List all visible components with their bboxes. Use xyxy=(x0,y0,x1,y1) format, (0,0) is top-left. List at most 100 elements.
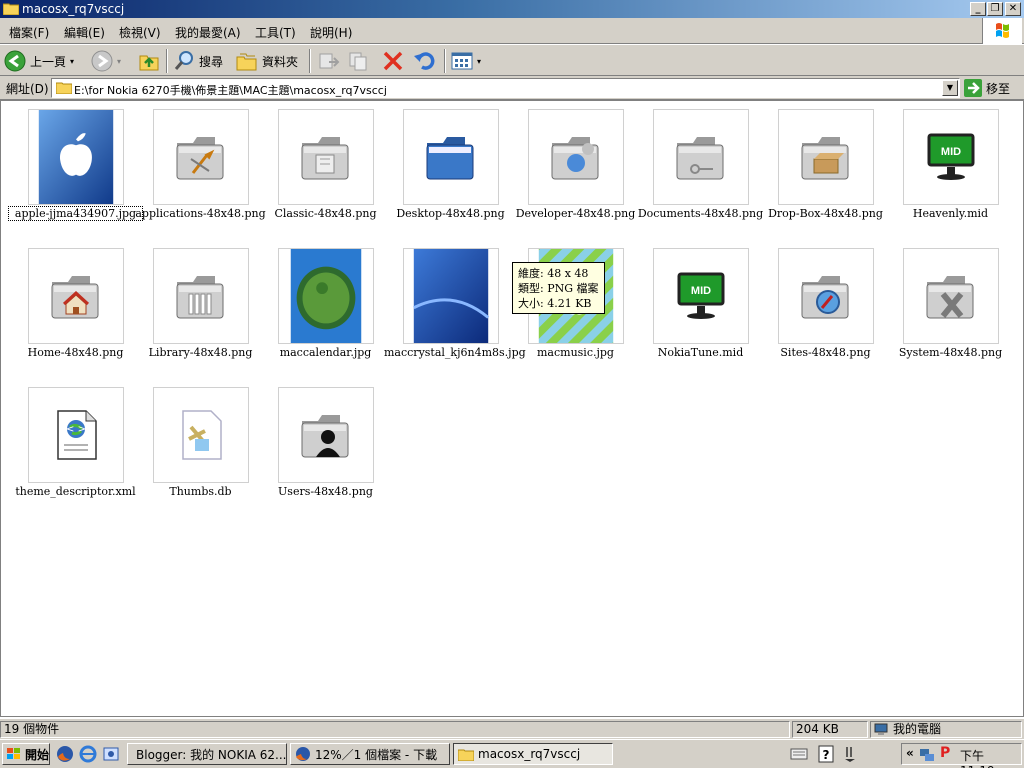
file-item[interactable]: Documents-48x48.png xyxy=(638,101,763,221)
file-item[interactable]: Home-48x48.png xyxy=(13,240,138,360)
restore-button[interactable]: ❐ xyxy=(987,2,1003,16)
menu-tools[interactable]: 工具(T) xyxy=(255,24,296,41)
up-folder-button[interactable] xyxy=(138,48,160,74)
language-bar-icon[interactable] xyxy=(843,745,857,763)
views-button[interactable]: ▾ xyxy=(451,48,481,74)
tray-expand-icon[interactable]: « xyxy=(906,746,914,760)
keyboard-icon[interactable] xyxy=(790,746,808,762)
file-thumbnail-icon[interactable]: MID xyxy=(653,248,749,344)
file-name-label[interactable]: maccalendar.jpg xyxy=(259,346,392,359)
task-label: macosx_rq7vsccj xyxy=(478,747,581,761)
file-item[interactable]: applications-48x48.png xyxy=(135,101,266,221)
delete-button[interactable] xyxy=(382,48,404,74)
back-button[interactable]: 上一頁 ▾ xyxy=(4,48,74,74)
forward-button[interactable]: ▾ xyxy=(91,48,121,74)
folder-icon xyxy=(56,82,72,94)
file-thumbnail-icon[interactable] xyxy=(403,248,499,344)
file-thumbnail-icon[interactable] xyxy=(28,109,124,205)
file-name-label[interactable]: applications-48x48.png xyxy=(134,207,267,220)
menu-view[interactable]: 檢視(V) xyxy=(119,24,161,41)
minimize-button[interactable]: _ xyxy=(970,2,986,16)
file-name-label[interactable]: apple-jjma434907.jpg xyxy=(8,206,143,221)
folders-button[interactable]: 資料夾 xyxy=(236,48,298,74)
file-item[interactable]: Library-48x48.png xyxy=(138,240,263,360)
start-button[interactable]: 開始 xyxy=(2,743,50,765)
file-item[interactable]: Developer-48x48.png xyxy=(513,101,638,221)
file-thumbnail-icon[interactable] xyxy=(153,248,249,344)
file-name-label[interactable]: Library-48x48.png xyxy=(134,346,267,359)
file-item[interactable]: Classic-48x48.png xyxy=(263,101,388,221)
file-list-view[interactable]: apple-jjma434907.jpg applications-48x48.p… xyxy=(0,100,1024,717)
taskbar-item-explorer[interactable]: macosx_rq7vsccj xyxy=(453,743,613,765)
file-name-label[interactable]: theme_descriptor.xml xyxy=(9,485,142,498)
move-to-button[interactable] xyxy=(317,48,341,74)
menu-edit[interactable]: 編輯(E) xyxy=(64,24,105,41)
file-name-label[interactable]: Thumbs.db xyxy=(134,485,267,498)
file-item[interactable]: System-48x48.png xyxy=(888,240,1013,360)
file-thumbnail-icon[interactable] xyxy=(903,248,999,344)
file-thumbnail-icon[interactable]: MID xyxy=(903,109,999,205)
file-name-label[interactable]: maccrystal_kj6n4m8s.jpg xyxy=(384,346,526,359)
internet-explorer-icon[interactable] xyxy=(79,745,97,763)
file-thumbnail-icon[interactable] xyxy=(778,248,874,344)
file-name-label[interactable]: Desktop-48x48.png xyxy=(384,207,517,220)
copy-to-icon xyxy=(349,52,367,71)
file-item[interactable]: Users-48x48.png xyxy=(263,379,388,499)
file-thumbnail-icon[interactable] xyxy=(153,109,249,205)
file-thumbnail-icon[interactable]: < > xyxy=(28,387,124,483)
address-dropdown-button[interactable]: ▼ xyxy=(942,80,958,96)
network-icon[interactable] xyxy=(919,747,935,763)
file-name-label[interactable]: Sites-48x48.png xyxy=(759,346,892,359)
firefox-quicklaunch-icon[interactable] xyxy=(56,745,74,763)
file-name-label[interactable]: macmusic.jpg xyxy=(509,346,642,359)
file-thumbnail-icon[interactable] xyxy=(653,109,749,205)
undo-button[interactable] xyxy=(413,48,437,74)
search-button[interactable]: 搜尋 xyxy=(173,48,223,74)
file-item[interactable]: Drop-Box-48x48.png xyxy=(763,101,888,221)
file-name-label[interactable]: Drop-Box-48x48.png xyxy=(759,207,892,220)
file-thumbnail-icon[interactable] xyxy=(403,109,499,205)
menu-help[interactable]: 說明(H) xyxy=(310,24,352,41)
file-item[interactable]: Thumbs.db xyxy=(138,379,263,499)
file-item[interactable]: Sites-48x48.png xyxy=(763,240,888,360)
svg-text:MID: MID xyxy=(941,146,961,158)
file-thumbnail-icon[interactable] xyxy=(28,248,124,344)
menu-favorites[interactable]: 我的最愛(A) xyxy=(175,24,241,41)
folder-icon xyxy=(458,749,474,761)
file-name-label[interactable]: Developer-48x48.png xyxy=(509,207,642,220)
file-item[interactable]: MID Heavenly.mid xyxy=(888,101,1013,221)
file-name-label[interactable]: System-48x48.png xyxy=(884,346,1017,359)
file-thumbnail-icon[interactable] xyxy=(153,387,249,483)
file-name-label[interactable]: Home-48x48.png xyxy=(9,346,142,359)
firefox-icon xyxy=(296,747,310,761)
file-item[interactable]: < > theme_descriptor.xml xyxy=(13,379,138,499)
title-bar[interactable]: macosx_rq7vsccj _ ❐ ✕ xyxy=(0,0,1024,18)
file-name-label[interactable]: Heavenly.mid xyxy=(884,207,1017,220)
file-thumbnail-icon[interactable] xyxy=(278,387,374,483)
help-icon[interactable]: ? xyxy=(818,745,834,763)
show-desktop-icon[interactable] xyxy=(102,745,120,763)
go-button[interactable]: 移至 xyxy=(964,78,1022,98)
file-name-label[interactable]: NokiaTune.mid xyxy=(634,346,767,359)
address-input[interactable]: E:\for Nokia 6270手機\佈景主題\MAC主題\macosx_rq… xyxy=(51,78,960,98)
svg-text:?: ? xyxy=(823,748,830,762)
file-item[interactable]: maccrystal_kj6n4m8s.jpg xyxy=(384,240,526,360)
taskbar-item-blogger[interactable]: Blogger: 我的 NOKIA 62... xyxy=(127,743,287,765)
file-thumbnail-icon[interactable] xyxy=(778,109,874,205)
file-item[interactable]: MID NokiaTune.mid xyxy=(638,240,763,360)
file-name-label[interactable]: Classic-48x48.png xyxy=(259,207,392,220)
file-thumbnail-icon[interactable] xyxy=(278,109,374,205)
file-name-label[interactable]: Users-48x48.png xyxy=(259,485,392,498)
file-thumbnail-icon[interactable] xyxy=(278,248,374,344)
taskbar-item-download[interactable]: 12%／1 個檔案 - 下載 xyxy=(290,743,450,765)
close-button[interactable]: ✕ xyxy=(1005,2,1021,16)
file-item[interactable]: maccalendar.jpg xyxy=(263,240,388,360)
file-item[interactable]: Desktop-48x48.png xyxy=(388,101,513,221)
copy-to-button[interactable] xyxy=(348,48,372,74)
file-item[interactable]: apple-jjma434907.jpg xyxy=(8,101,143,221)
menu-file[interactable]: 檔案(F) xyxy=(9,24,49,41)
file-name-label[interactable]: Documents-48x48.png xyxy=(634,207,767,220)
folders-icon xyxy=(236,53,257,71)
tray-p-icon[interactable]: P xyxy=(940,745,950,761)
file-thumbnail-icon[interactable] xyxy=(528,109,624,205)
